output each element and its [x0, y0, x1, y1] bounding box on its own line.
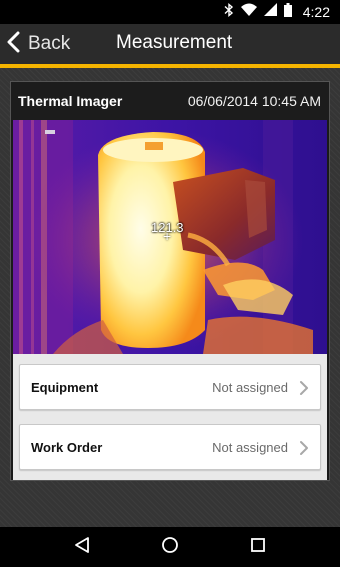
measurement-datetime: 06/06/2014 10:45 AM	[187, 93, 321, 109]
crosshair-icon: +	[163, 228, 172, 244]
battery-icon	[283, 2, 292, 22]
nav-recents-button[interactable]	[246, 535, 270, 559]
bluetooth-icon	[224, 2, 234, 22]
work-order-row[interactable]: Work Order Not assigned	[19, 424, 321, 470]
equipment-row[interactable]: Equipment Not assigned	[19, 364, 321, 410]
work-order-value: Not assigned	[212, 440, 288, 455]
status-bar: 4:22	[0, 0, 340, 24]
card-header: Thermal Imager 06/06/2014 10:45 AM	[11, 82, 329, 120]
measurement-card: Thermal Imager 06/06/2014 10:45 AM 121.3…	[10, 81, 330, 481]
back-triangle-icon	[73, 536, 91, 559]
cell-signal-icon	[263, 3, 277, 21]
app-bar: Back Measurement	[0, 24, 340, 64]
work-order-label: Work Order	[31, 440, 103, 455]
nav-home-button[interactable]	[158, 535, 182, 559]
chevron-right-icon	[298, 439, 310, 457]
thermal-image[interactable]: 121.3 +	[13, 120, 327, 354]
equipment-label: Equipment	[31, 380, 99, 395]
status-icons: 4:22	[224, 2, 330, 22]
status-time: 4:22	[302, 4, 330, 20]
back-label: Back	[28, 33, 71, 54]
details-panel: Equipment Not assigned Work Order Not as…	[13, 354, 327, 480]
recents-square-icon	[250, 537, 266, 558]
page-title: Measurement	[116, 32, 233, 53]
wifi-icon	[240, 3, 257, 21]
chevron-right-icon	[298, 379, 310, 397]
content-area: Thermal Imager 06/06/2014 10:45 AM 121.3…	[0, 68, 340, 527]
card-title: Thermal Imager	[18, 93, 123, 109]
nav-back-button[interactable]	[70, 535, 94, 559]
home-circle-icon	[161, 536, 179, 559]
chevron-left-icon	[6, 31, 20, 58]
back-button[interactable]: Back	[6, 29, 70, 59]
equipment-value: Not assigned	[212, 380, 288, 395]
system-nav-bar	[0, 527, 340, 567]
